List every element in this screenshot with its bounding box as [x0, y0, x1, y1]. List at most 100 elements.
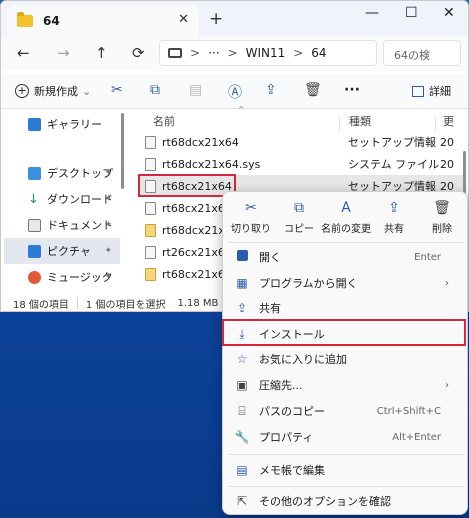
rename-button[interactable]: A 名前の変更 — [320, 200, 372, 244]
menu-item-copy-path[interactable]: ⌸ パスのコピー Ctrl+Shift+C — [227, 399, 465, 423]
copy-button[interactable]: ⧉ コピー — [273, 200, 325, 244]
menu-item-open[interactable]: 開く Enter — [227, 245, 465, 269]
address-bar[interactable]: > ··· > WIN11 > 64 — [159, 40, 377, 66]
plus-icon: + — [15, 84, 29, 98]
sidebar-item-desktop[interactable]: デスクトップ ✦ — [4, 160, 120, 186]
menu-item-shortcut: Enter — [414, 251, 441, 263]
new-tab-button[interactable]: + — [209, 9, 223, 29]
catalog-file-icon — [145, 267, 156, 281]
minimize-button[interactable]: — — [365, 5, 379, 21]
menu-item-open-with[interactable]: ▦ プログラムから開く › — [227, 271, 465, 295]
chevron-right-icon: › — [445, 379, 449, 391]
menu-item-label: メモ帳で編集 — [259, 464, 325, 477]
share-label: 共有 — [384, 224, 404, 235]
sidebar-item-music[interactable]: ミュージック ✦ — [4, 264, 120, 290]
forward-button[interactable]: → — [57, 44, 70, 62]
navigation-pane: ギャラリー デスクトップ ✦ ↓ ダウンロード ✦ ドキュメント ✦ ピクチャ … — [1, 109, 127, 293]
delete-label: 削除 — [432, 224, 452, 235]
delete-button[interactable]: 🗑 削除 — [416, 200, 468, 244]
share-button[interactable]: ⇪ 共有 — [368, 200, 420, 244]
context-menu: ✂ 切り取り ⧉ コピー A 名前の変更 ⇪ 共有 🗑 削除 開く Enter … — [222, 191, 468, 515]
up-button[interactable]: ↑ — [95, 44, 108, 62]
more-options-icon[interactable]: ··· — [344, 82, 360, 98]
pin-icon: ✦ — [104, 194, 112, 204]
rename-icon[interactable]: Ⓐ — [228, 82, 242, 102]
back-button[interactable]: ← — [17, 44, 30, 62]
breadcrumb-separator: > — [227, 46, 238, 60]
selection-size: 1.18 MB — [177, 297, 219, 309]
sidebar-item-documents[interactable]: ドキュメント ✦ — [4, 212, 120, 238]
tab-close-icon[interactable]: ✕ — [178, 12, 189, 27]
menu-item-compress[interactable]: ▣ 圧縮先... › — [227, 373, 465, 397]
menu-item-properties[interactable]: 🔧 プロパティ Alt+Enter — [227, 425, 465, 449]
delete-icon[interactable]: 🗑 — [304, 82, 322, 98]
maximize-button[interactable]: ☐ — [405, 5, 418, 21]
column-header-date[interactable]: 更 — [443, 113, 454, 129]
file-date: 20 — [440, 135, 454, 149]
file-date: 20 — [440, 157, 454, 171]
music-icon — [28, 270, 41, 284]
pin-icon: ✦ — [104, 220, 112, 230]
cut-button[interactable]: ✂ 切り取り — [225, 200, 277, 244]
cut-label: 切り取り — [231, 224, 271, 235]
notepad-icon: ▤ — [236, 463, 248, 477]
sidebar-item-downloads[interactable]: ↓ ダウンロード ✦ — [4, 186, 120, 212]
close-window-button[interactable]: ✕ — [443, 5, 455, 21]
gallery-icon — [28, 117, 41, 131]
status-divider — [76, 297, 78, 309]
details-pane-button[interactable]: 詳細 — [412, 83, 451, 99]
menu-item-share[interactable]: ⇪ 共有 — [227, 296, 465, 320]
cut-icon[interactable]: ✂ — [111, 82, 123, 98]
system-file-icon — [145, 245, 156, 259]
catalog-file-icon — [145, 223, 156, 237]
menu-item-edit-notepad[interactable]: ▤ メモ帳で編集 — [227, 458, 465, 482]
menu-item-label: 圧縮先... — [259, 379, 303, 392]
item-count: 18 個の項目 — [13, 299, 69, 311]
menu-item-more-options[interactable]: ⇱ その他のオプションを確認 — [227, 489, 465, 513]
zip-icon: ▣ — [236, 378, 248, 392]
share-icon: ⇪ — [388, 200, 400, 216]
file-name: rt68dcx21x64.sys — [162, 157, 261, 171]
menu-item-label: 共有 — [259, 302, 281, 315]
install-item-highlight — [222, 319, 466, 346]
breadcrumb-more[interactable]: ··· — [208, 46, 219, 60]
file-name: rt68dcx21x64 — [162, 135, 239, 149]
column-header-type[interactable]: 種類 — [349, 113, 371, 129]
menu-item-add-favorite[interactable]: ☆ お気に入りに追加 — [227, 347, 465, 371]
more-options-icon: ⇱ — [236, 494, 248, 508]
rename-label: 名前の変更 — [321, 224, 371, 235]
copy-label: コピー — [284, 224, 314, 235]
menu-separator — [229, 486, 463, 487]
cut-icon: ✂ — [245, 200, 257, 216]
desktop-icon — [28, 166, 41, 180]
menu-item-shortcut: Alt+Enter — [392, 431, 441, 443]
share-icon[interactable]: ⇪ — [265, 82, 277, 98]
folder-icon — [17, 12, 33, 27]
sidebar-item-label: ピクチャ — [47, 245, 91, 258]
title-bar: 64 ✕ + — ☐ ✕ — [1, 1, 468, 37]
menu-item-label: プロパティ — [259, 431, 314, 444]
tab-64[interactable]: 64 ✕ — [7, 5, 199, 37]
search-input[interactable]: 64の検 — [383, 40, 461, 66]
sidebar-item-gallery[interactable]: ギャラリー — [4, 111, 120, 137]
menu-separator — [229, 242, 463, 243]
file-row[interactable]: rt68dcx21x64.sys システム ファイル 20 — [139, 153, 464, 175]
column-header-name[interactable]: 名前 — [153, 113, 175, 129]
column-divider — [339, 117, 340, 131]
refresh-button[interactable]: ⟳ — [132, 44, 145, 62]
new-button[interactable]: + 新規作成 ⌄ — [15, 83, 91, 99]
share-icon: ⇪ — [236, 301, 248, 315]
sidebar-scrollbar[interactable] — [121, 113, 124, 189]
file-row[interactable]: rt68dcx21x64 セットアップ情報 20 — [139, 131, 464, 153]
delete-icon: 🗑 — [433, 200, 451, 216]
sidebar-item-pictures[interactable]: ピクチャ ✦ — [4, 238, 120, 264]
menu-item-label: お気に入りに追加 — [259, 353, 347, 366]
menu-item-label: プログラムから開く — [259, 277, 358, 290]
breadcrumb-64[interactable]: 64 — [311, 46, 326, 60]
menu-item-shortcut: Ctrl+Shift+C — [376, 405, 441, 417]
breadcrumb-win11[interactable]: WIN11 — [246, 46, 286, 60]
details-label: 詳細 — [429, 85, 451, 98]
paste-icon[interactable]: ▤ — [189, 82, 202, 98]
menu-item-label: その他のオプションを確認 — [259, 495, 391, 508]
copy-icon[interactable]: ⧉ — [150, 82, 160, 98]
